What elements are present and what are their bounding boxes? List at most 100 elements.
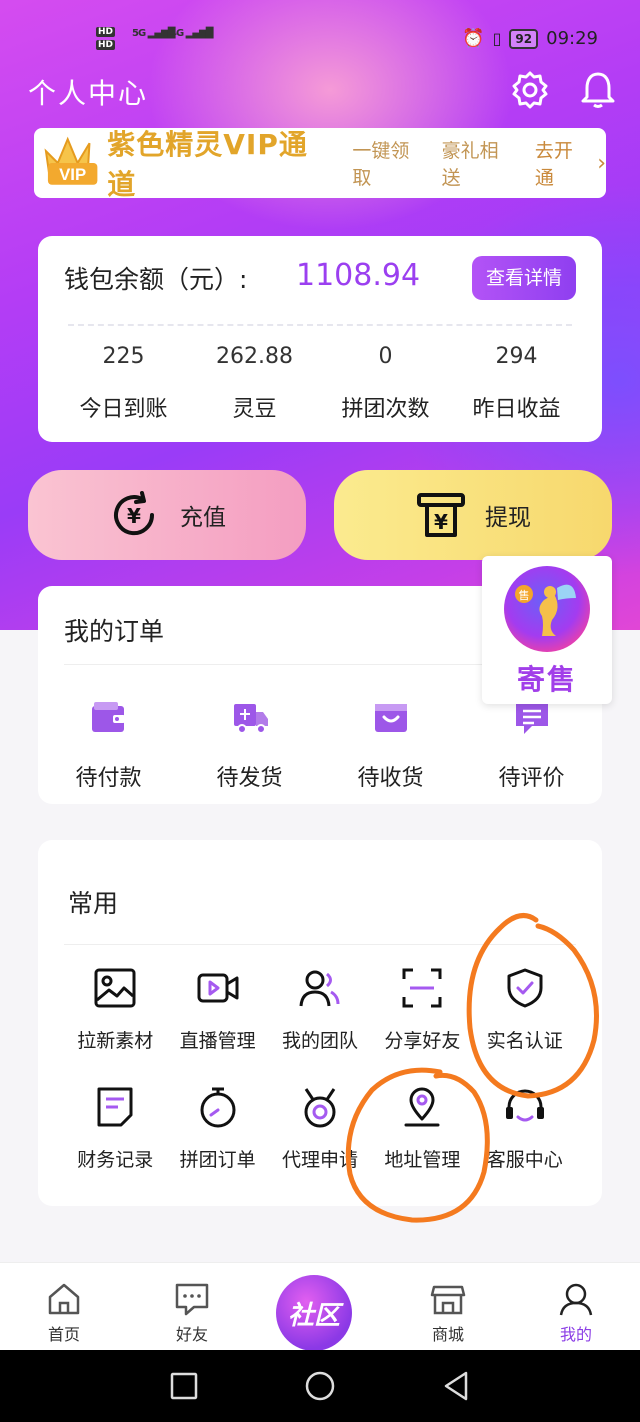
tool-label: 分享好友: [384, 1030, 461, 1052]
vip-desc-1: 一键领取: [352, 140, 410, 189]
tab-profile[interactable]: 我的: [512, 1263, 640, 1350]
stat-ling-dou[interactable]: 262.88 灵豆: [189, 344, 320, 423]
profile-icon: [559, 1283, 593, 1316]
svg-text:¥: ¥: [127, 504, 141, 528]
order-label: 待付款: [75, 766, 142, 791]
stat-value: 294: [495, 344, 538, 369]
tab-label: 首页: [47, 1325, 80, 1344]
common-tools-card: 常用 拉新素材 直播管理 我的团队 分享好友 实名认证 财务记录 拼团订单 代理…: [38, 840, 602, 1206]
stat-label: 拼团次数: [341, 397, 430, 422]
image-icon: [94, 968, 136, 1008]
timer-icon: [200, 1087, 236, 1128]
order-pending-shipment[interactable]: 待发货: [179, 698, 320, 792]
wallet-label: 钱包余额（元）:: [64, 265, 248, 294]
wallet-divider: [68, 324, 572, 326]
orders-title: 我的订单: [64, 617, 165, 646]
alarm-icon: ⏰: [462, 28, 485, 49]
tool-label: 拼团订单: [179, 1149, 256, 1171]
shield-check-icon: [507, 968, 543, 1008]
stat-yesterday-income[interactable]: 294 昨日收益: [451, 344, 582, 423]
consign-label: 寄售: [516, 663, 577, 696]
common-title: 常用: [68, 889, 119, 918]
medal-icon: [304, 1088, 336, 1128]
tab-label: 社区: [287, 1300, 340, 1331]
home-button-icon[interactable]: [304, 1370, 336, 1402]
stat-today-arrival[interactable]: 225 今日到账: [58, 344, 189, 423]
community-icon: 社区: [276, 1275, 352, 1351]
tool-live-management[interactable]: 直播管理: [166, 966, 268, 1053]
document-icon: [97, 1087, 133, 1127]
tool-promo-material[interactable]: 拉新素材: [64, 966, 166, 1053]
vip-desc-2: 豪礼相送: [441, 140, 499, 189]
vip-banner[interactable]: VIP 紫色精灵VIP通道 一键领取 豪礼相送 去开通 ›: [34, 128, 607, 201]
tool-my-team[interactable]: 我的团队: [269, 966, 371, 1053]
common-divider: [64, 944, 576, 945]
tab-mall[interactable]: 商城: [384, 1263, 512, 1350]
comment-icon: [515, 704, 548, 734]
view-details-button[interactable]: 查看详情: [472, 256, 576, 300]
fairy-icon: 售: [504, 566, 590, 652]
tab-label: 商城: [431, 1325, 464, 1344]
tool-real-name-verification[interactable]: 实名认证: [474, 966, 576, 1053]
wallet-card: 钱包余额（元）: 1108.94 查看详情 225 今日到账 262.88 灵豆…: [38, 236, 602, 442]
back-icon[interactable]: [440, 1370, 472, 1402]
stat-label: 灵豆: [232, 397, 277, 422]
tool-label: 拉新素材: [77, 1030, 154, 1052]
order-label: 待评价: [498, 766, 565, 791]
video-icon: [197, 973, 239, 1003]
wallet-amount: 1108.94: [296, 258, 421, 293]
vip-badge-text: VIP: [59, 165, 86, 184]
withdraw-button[interactable]: ¥ 提现: [334, 470, 612, 560]
svg-text:¥: ¥: [434, 510, 448, 534]
chat-icon: [175, 1283, 209, 1316]
order-label: 待发货: [216, 766, 283, 791]
order-pending-review[interactable]: 待评价: [461, 698, 602, 792]
chevron-right-icon: ›: [597, 150, 607, 176]
team-icon: [299, 970, 340, 1007]
clock: 09:29: [546, 28, 598, 49]
stat-value: 0: [378, 344, 393, 369]
tool-customer-service[interactable]: 客服中心: [474, 1085, 576, 1172]
signal-4g-icon: 4G ▂▄▆█: [170, 28, 213, 39]
store-icon: [430, 1285, 466, 1315]
bell-icon[interactable]: [578, 70, 618, 110]
tool-share-friends[interactable]: 分享好友: [371, 966, 473, 1053]
consign-button[interactable]: 售 寄售: [482, 556, 612, 704]
order-pending-receipt[interactable]: 待收货: [320, 698, 461, 792]
tab-label: 我的: [559, 1325, 592, 1344]
headset-icon: [505, 1089, 544, 1122]
location-icon: [404, 1087, 440, 1127]
tab-community[interactable]: 社区: [256, 1263, 384, 1351]
truck-icon: [233, 704, 268, 734]
recharge-icon: ¥: [114, 491, 155, 536]
tab-home[interactable]: 首页: [0, 1263, 128, 1350]
tool-finance-records[interactable]: 财务记录: [64, 1085, 166, 1172]
stat-label: 昨日收益: [472, 397, 561, 422]
tool-group-orders[interactable]: 拼团订单: [166, 1085, 268, 1172]
system-navigation-bar: [0, 1350, 640, 1422]
page-title: 个人中心: [28, 77, 149, 110]
tool-label: 实名认证: [486, 1030, 563, 1052]
withdraw-icon: ¥: [417, 493, 465, 537]
tool-agent-application[interactable]: 代理申请: [269, 1085, 371, 1172]
stat-group-count[interactable]: 0 拼团次数: [320, 344, 451, 423]
battery-icon: 92: [509, 28, 539, 49]
tool-label: 代理申请: [281, 1149, 358, 1171]
gear-icon[interactable]: [510, 70, 550, 110]
tool-label: 我的团队: [281, 1030, 358, 1052]
recent-apps-icon[interactable]: [168, 1370, 200, 1402]
recharge-button[interactable]: ¥ 充值: [28, 470, 306, 560]
order-pending-payment[interactable]: 待付款: [38, 698, 179, 792]
tool-address-management[interactable]: 地址管理: [371, 1085, 473, 1172]
tab-friends[interactable]: 好友: [128, 1263, 256, 1350]
vip-title: 紫色精灵VIP通道: [107, 128, 308, 201]
svg-text:售: 售: [519, 588, 530, 602]
box-icon: [374, 704, 407, 732]
vip-open-link[interactable]: 去开通: [535, 136, 591, 190]
tab-label: 好友: [175, 1325, 208, 1344]
recharge-label: 充值: [180, 505, 226, 531]
status-bar: HD HD 5G ▂▄▆█ 4G ▂▄▆█ ⏰ ▯ 92 09:29: [0, 22, 640, 62]
wallet-icon: [91, 702, 125, 732]
home-icon: [48, 1283, 80, 1315]
order-label: 待收货: [357, 766, 424, 791]
